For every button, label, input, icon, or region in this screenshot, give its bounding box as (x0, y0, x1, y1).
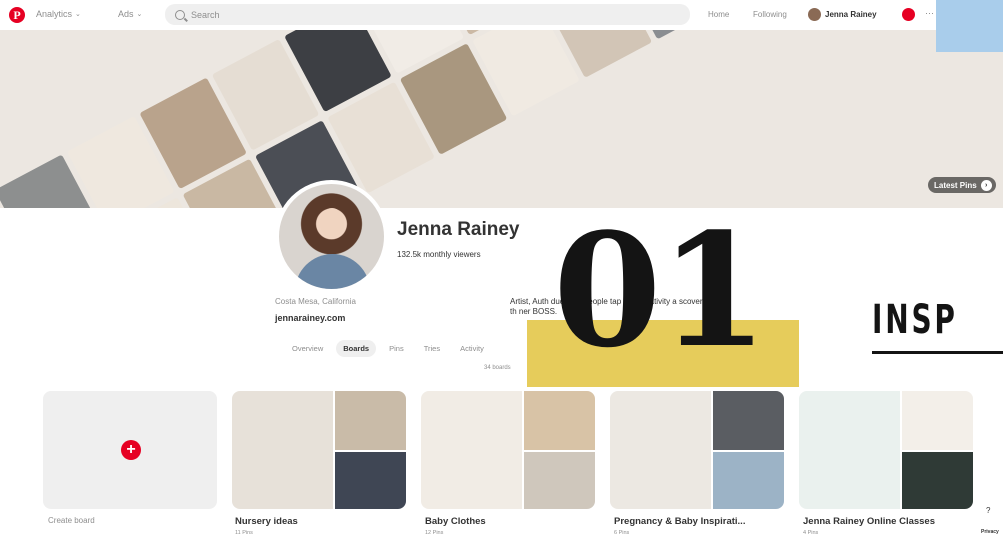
search-placeholder: Search (191, 9, 220, 20)
avatar-shirt (295, 254, 370, 289)
following-link[interactable]: Following (753, 10, 787, 19)
privacy-link[interactable]: Privacy (981, 529, 999, 535)
profile-name: Jenna Rainey (397, 219, 520, 240)
latest-pins-button[interactable]: Latest Pins › (928, 177, 996, 193)
chevron-down-icon: ⌄ (136, 11, 143, 18)
heading-underline (872, 351, 1003, 354)
chevron-down-icon: ⌄ (75, 11, 81, 18)
board-title[interactable]: Nursery ideas (235, 516, 298, 527)
board-pin-count: 12 Pins (425, 530, 444, 536)
board-cover-bottom (901, 452, 973, 509)
section-heading: INSP (872, 297, 958, 343)
notification-icon[interactable] (902, 8, 915, 21)
ads-menu[interactable]: Ads ⌄ (118, 9, 142, 19)
board-title[interactable]: Jenna Rainey Online Classes (803, 516, 935, 527)
board-pin-count: 11 Pins (235, 530, 253, 536)
board-pin-count: 6 Pins (614, 530, 630, 536)
profile-avatar (275, 180, 388, 293)
board-cover-main (610, 391, 711, 509)
board-title[interactable]: Pregnancy & Baby Inspirati... (614, 516, 745, 527)
board-cover (421, 391, 595, 509)
board-cover-top (523, 391, 595, 450)
board-cover-bottom (334, 452, 406, 509)
board-cover-main (799, 391, 900, 509)
avatar (808, 8, 821, 21)
board-cover-main (232, 391, 333, 509)
board-cover-bottom (712, 452, 784, 509)
tab-pins[interactable]: Pins (382, 340, 411, 357)
boards-count: 34 boards (484, 365, 511, 371)
profile-username: Jenna Rainey (825, 10, 877, 19)
plus-icon[interactable]: + (121, 440, 141, 460)
board-cover-bottom (523, 452, 595, 509)
tab-tries[interactable]: Tries (417, 340, 447, 357)
board-card-nursery[interactable] (232, 391, 406, 509)
board-cover-top (334, 391, 406, 450)
board-card-pregnancy[interactable] (610, 391, 784, 509)
create-board-label: Create board (48, 516, 95, 525)
pinterest-logo-icon[interactable]: P (9, 7, 25, 23)
profile-tabs: Overview Boards Pins Tries Activity (285, 340, 491, 357)
board-card-baby-clothes[interactable] (421, 391, 595, 509)
tab-activity[interactable]: Activity (453, 340, 491, 357)
board-title[interactable]: Baby Clothes (425, 516, 486, 527)
search-input[interactable]: Search (165, 4, 690, 25)
latest-pins-label: Latest Pins (934, 180, 977, 190)
board-cover (610, 391, 784, 509)
analytics-menu[interactable]: Analytics ⌄ (36, 9, 81, 19)
board-cover-top (901, 391, 973, 450)
ads-label: Ads (118, 9, 134, 19)
cover-tile-grid (0, 30, 1003, 208)
page: P Analytics ⌄ Ads ⌄ Search Home Followin… (0, 0, 1003, 539)
top-nav-bar: P Analytics ⌄ Ads ⌄ Search Home Followin… (0, 0, 1003, 30)
monthly-viewers: 132.5k monthly viewers (397, 250, 481, 259)
profile-website-link[interactable]: jennarainey.com (275, 313, 345, 323)
help-button[interactable]: ? (986, 506, 990, 515)
board-cover (799, 391, 973, 509)
arrow-right-icon: › (980, 179, 992, 191)
board-card-online-classes[interactable] (799, 391, 973, 509)
search-icon (175, 9, 185, 20)
decorative-blue-block (936, 0, 1003, 52)
analytics-label: Analytics (36, 9, 73, 19)
section-number: 01 (553, 199, 768, 382)
profile-link[interactable]: Jenna Rainey (808, 8, 877, 21)
board-pin-count: 4 Pins (803, 530, 819, 536)
home-link[interactable]: Home (708, 10, 729, 19)
avatar-face (320, 208, 344, 238)
more-icon[interactable]: ⋯ (925, 8, 934, 19)
profile-location: Costa Mesa, California (275, 297, 356, 306)
tab-boards[interactable]: Boards (336, 340, 377, 357)
board-cover-main (421, 391, 522, 509)
board-cover-top (712, 391, 784, 450)
profile-cover-collage (0, 30, 1003, 208)
tab-overview[interactable]: Overview (285, 340, 330, 357)
board-cover (232, 391, 406, 509)
